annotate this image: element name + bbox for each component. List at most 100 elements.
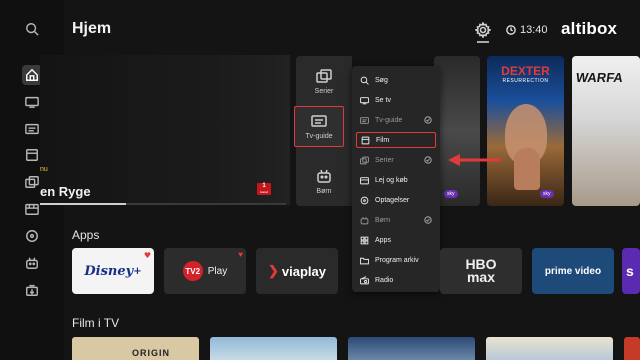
app-name-suffix: + bbox=[133, 265, 142, 277]
check-icon bbox=[424, 116, 432, 124]
menu-item-label: Lej og køb bbox=[375, 176, 408, 184]
poster-art bbox=[514, 148, 540, 190]
favorite-heart-icon: ♥ bbox=[143, 250, 151, 260]
archive-icon[interactable] bbox=[23, 281, 41, 299]
hero-progress-fill bbox=[40, 203, 127, 205]
menu-item-program-archive[interactable]: Program arkiv bbox=[356, 252, 436, 268]
menu-item-label: Tv-guide bbox=[375, 116, 403, 124]
app-tile-prime-video[interactable]: prime video bbox=[532, 248, 614, 294]
clock-icon bbox=[506, 25, 516, 35]
focus-indicator bbox=[477, 41, 489, 43]
flyout-item-tv-guide[interactable]: Tv-guide bbox=[294, 106, 344, 147]
guide-icon bbox=[360, 116, 369, 124]
gear-icon[interactable] bbox=[474, 21, 492, 39]
menu-item-film[interactable]: Film bbox=[356, 132, 436, 148]
tv-icon[interactable] bbox=[23, 93, 41, 111]
annotation-arrow-icon bbox=[448, 154, 502, 166]
provider-badge: sky bbox=[540, 190, 554, 198]
search-icon[interactable] bbox=[23, 20, 41, 38]
menu-item-rent-buy[interactable]: Lej og køb bbox=[356, 172, 436, 188]
kids-icon[interactable] bbox=[23, 254, 41, 272]
radio-icon bbox=[360, 275, 369, 284]
app-tile-disney[interactable]: Disney + ♥ bbox=[72, 248, 154, 294]
apps-section-title: Apps bbox=[72, 228, 100, 242]
page-title: Hjem bbox=[72, 20, 112, 37]
provider-badge: sky bbox=[444, 190, 458, 198]
store-icon bbox=[360, 176, 369, 184]
home-icon[interactable] bbox=[22, 65, 42, 85]
app-name: prime video bbox=[544, 265, 602, 277]
channel-badge-sub: kanal bbox=[260, 190, 268, 194]
series-icon bbox=[360, 156, 369, 164]
check-icon bbox=[424, 216, 432, 224]
app-name: Disney bbox=[84, 263, 134, 279]
menu-item-label: Søg bbox=[375, 76, 388, 84]
tv-icon bbox=[360, 96, 369, 104]
app-name: s bbox=[626, 263, 634, 279]
film-icon[interactable] bbox=[23, 146, 41, 164]
store-icon[interactable] bbox=[23, 200, 41, 218]
brand-logo: altibox bbox=[561, 19, 618, 38]
flyout-item-kids[interactable]: Børn bbox=[296, 168, 352, 195]
poster-warfare[interactable]: WARFA bbox=[572, 56, 640, 206]
series-icon bbox=[316, 69, 332, 83]
film-section-title: Film i TV bbox=[72, 316, 120, 330]
menu-item-apps[interactable]: Apps bbox=[356, 232, 436, 248]
film-thumbnail[interactable] bbox=[210, 337, 337, 360]
search-icon bbox=[360, 76, 369, 85]
app-tile-tv2-play[interactable]: TV2 Play ♥ bbox=[164, 248, 246, 294]
hero-progress-bar bbox=[40, 203, 286, 205]
favorite-heart-icon: ♥ bbox=[238, 250, 243, 259]
menu-item-search[interactable]: Søg bbox=[356, 72, 436, 88]
guide-icon[interactable] bbox=[23, 120, 41, 138]
poster-title: WARFA bbox=[574, 70, 625, 85]
menu-item-label: Optagelser bbox=[375, 196, 410, 204]
menu-item-live-tv[interactable]: Se tv bbox=[356, 92, 436, 108]
app-tile-partial[interactable]: s bbox=[622, 248, 640, 294]
app-name: Play bbox=[207, 265, 228, 277]
menu-item-label: Børn bbox=[375, 216, 391, 224]
app-tile-hbo-max[interactable]: HBO max bbox=[440, 248, 522, 294]
hero-program-name: en Ryge bbox=[40, 184, 91, 199]
menu-item-kids[interactable]: Børn bbox=[356, 212, 436, 228]
menu-item-label: Film bbox=[376, 136, 390, 144]
menu-item-label: Se tv bbox=[375, 96, 391, 104]
menu-item-series[interactable]: Serier bbox=[356, 152, 436, 168]
clock: 13:40 bbox=[506, 24, 548, 36]
film-thumbnail[interactable] bbox=[486, 337, 613, 360]
film-thumbnail[interactable]: ORIGIN bbox=[72, 337, 199, 360]
poster-card[interactable]: sky bbox=[434, 56, 480, 206]
kids-icon bbox=[360, 216, 369, 224]
poster-dexter[interactable]: DEXTER RESURRECTION sky bbox=[487, 56, 564, 206]
menu-item-label: Serier bbox=[375, 156, 394, 164]
main-menu-dropdown: Søg Se tv Tv-guide Film Serier Lej og kø… bbox=[352, 66, 440, 292]
menu-item-label: Apps bbox=[375, 236, 391, 244]
series-icon[interactable] bbox=[23, 173, 41, 191]
hero-banner[interactable] bbox=[40, 55, 290, 205]
flyout-item-series[interactable]: Serier bbox=[296, 68, 352, 95]
menu-item-label: Radio bbox=[375, 276, 394, 284]
flyout-item-label: Tv-guide bbox=[305, 133, 333, 140]
app-tile-viaplay[interactable]: ❯ viaplay bbox=[256, 248, 338, 294]
archive-icon bbox=[360, 257, 369, 264]
record-icon bbox=[360, 196, 369, 204]
guide-icon bbox=[311, 115, 327, 127]
film-thumbnail[interactable] bbox=[348, 337, 475, 360]
record-icon[interactable] bbox=[23, 227, 41, 245]
menu-item-recordings[interactable]: Optagelser bbox=[356, 192, 436, 208]
menu-item-label: Program arkiv bbox=[375, 256, 419, 264]
poster-subtitle: RESURRECTION bbox=[502, 78, 549, 84]
channel-badge-number: 1 bbox=[262, 183, 266, 189]
hero-live-label: nu bbox=[40, 166, 48, 173]
tv2-logo: TV2 bbox=[182, 261, 203, 281]
menu-item-radio[interactable]: Radio bbox=[356, 272, 436, 288]
channel-badge: 1 kanal bbox=[257, 183, 271, 195]
menu-item-tv-guide[interactable]: Tv-guide bbox=[356, 112, 436, 128]
app-name: viaplay bbox=[281, 263, 326, 279]
film-thumbnail-title: ORIGIN bbox=[132, 348, 171, 358]
nav-flyout: Serier Tv-guide Børn bbox=[294, 56, 352, 206]
film-thumbnail[interactable] bbox=[624, 337, 640, 360]
kids-icon bbox=[317, 169, 331, 183]
flyout-item-label: Børn bbox=[316, 188, 332, 195]
apps-icon bbox=[360, 236, 369, 244]
